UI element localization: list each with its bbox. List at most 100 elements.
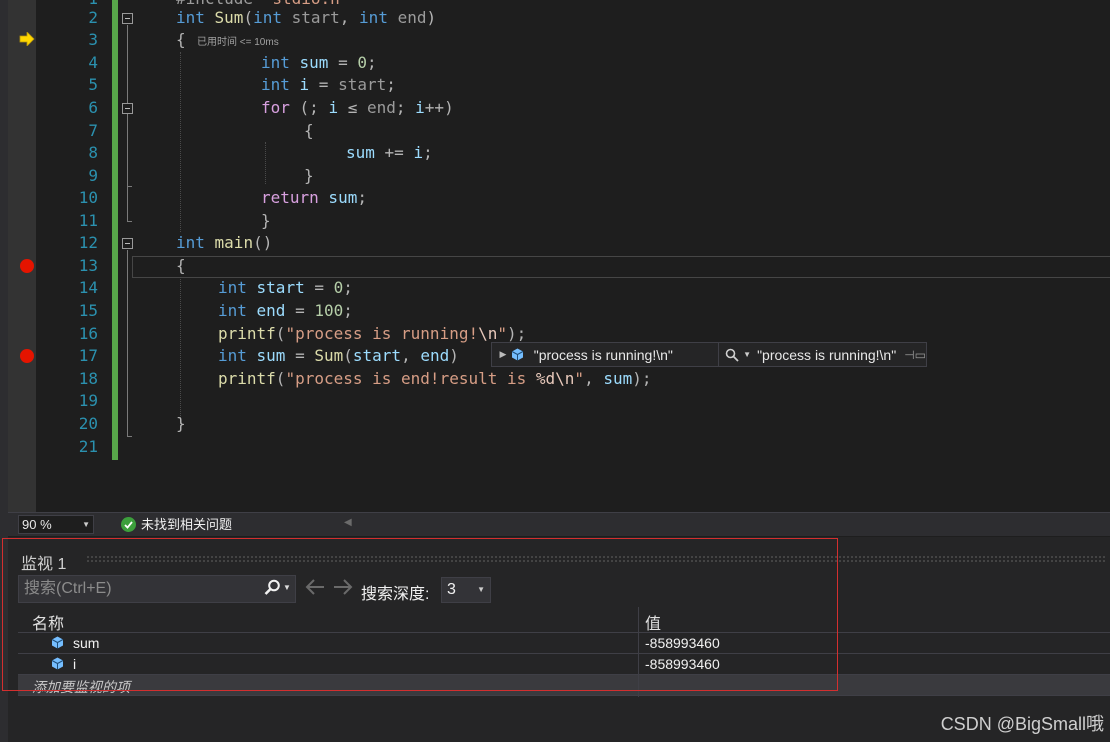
variable-cube-icon bbox=[510, 348, 526, 361]
watch-row[interactable]: sum -858993460 bbox=[18, 633, 1110, 654]
variable-token: sum bbox=[246, 346, 286, 365]
punct-token: { bbox=[176, 256, 186, 275]
variable-token: i bbox=[289, 75, 310, 94]
search-depth-value: 3 bbox=[447, 581, 456, 598]
code-editor[interactable]: 1 2 3 4 5 6 7 8 9 10 11 12 13 14 15 16 1… bbox=[8, 0, 1110, 512]
punct-token: { bbox=[304, 121, 314, 140]
code-line-8: sum += i; bbox=[346, 142, 433, 165]
punct-token: ) bbox=[449, 346, 459, 365]
code-line-2: int Sum(int start, int end) bbox=[176, 7, 436, 30]
column-header-value[interactable]: 值 bbox=[645, 610, 661, 634]
punct-token: } bbox=[176, 414, 186, 433]
keyword-token: int bbox=[218, 346, 247, 365]
add-watch-placeholder: 添加要监视的项 bbox=[32, 679, 130, 695]
editor-status-bar: 90 % ▼ 未找到相关问题 ◀ bbox=[8, 512, 1110, 536]
code-text[interactable]: #include "stdio.h" int Sum(int start, in… bbox=[8, 0, 1110, 512]
add-watch-row[interactable]: 添加要监视的项 bbox=[18, 675, 1110, 696]
punct-token: ; bbox=[366, 53, 377, 72]
visualizer-button[interactable]: ▼ bbox=[719, 348, 757, 362]
punct-token: , bbox=[339, 8, 360, 27]
magnifier-icon bbox=[725, 348, 739, 362]
punct-token: ; bbox=[386, 75, 396, 94]
keyword-token: int bbox=[218, 278, 247, 297]
variable-cube-icon bbox=[51, 636, 64, 654]
watermark: CSDN @BigSmall哦 bbox=[940, 714, 1104, 734]
datatip-value[interactable]: "process is running!\n" bbox=[757, 347, 896, 363]
param-token: end bbox=[366, 98, 396, 117]
search-depth-label: 搜索深度: bbox=[361, 586, 430, 603]
search-input[interactable] bbox=[19, 576, 259, 602]
keyword-token: int bbox=[253, 8, 282, 27]
keyword-token: int bbox=[261, 75, 290, 94]
column-divider[interactable] bbox=[638, 607, 639, 697]
code-line-10: return sum; bbox=[261, 187, 367, 210]
punct-token: ; bbox=[357, 188, 367, 207]
datatip-popup[interactable]: ▶ "process is running!\n" ▼ "process is … bbox=[491, 342, 927, 367]
watch-row-value[interactable]: -858993460 bbox=[645, 656, 720, 672]
punct-token: ; bbox=[395, 98, 416, 117]
column-header-name[interactable]: 名称 bbox=[32, 610, 64, 634]
punct-token: (; bbox=[289, 98, 329, 117]
code-line-20: } bbox=[176, 413, 186, 436]
keyword-token: for bbox=[261, 98, 290, 117]
keyword-token: int bbox=[218, 301, 247, 320]
punct-token: ); bbox=[507, 324, 527, 343]
issues-text: 未找到相关问题 bbox=[141, 517, 233, 532]
watch-row-value[interactable]: -858993460 bbox=[645, 635, 720, 651]
punct-token: ( bbox=[275, 369, 286, 388]
watch-row-name[interactable]: i bbox=[73, 656, 76, 672]
function-token: printf bbox=[218, 369, 276, 388]
escape-token: \n bbox=[478, 324, 498, 343]
punct-token: += bbox=[374, 143, 414, 162]
code-line-3: { bbox=[176, 29, 186, 52]
scroll-left-icon[interactable]: ◀ bbox=[344, 517, 352, 528]
issues-indicator[interactable]: 未找到相关问题 bbox=[121, 516, 232, 533]
punct-token: ; bbox=[423, 143, 433, 162]
search-nav bbox=[305, 578, 353, 596]
escape-token: \n bbox=[555, 369, 575, 388]
search-button[interactable]: ▼ bbox=[264, 579, 291, 596]
code-line-9: } bbox=[304, 165, 314, 188]
keyword-token: return bbox=[261, 188, 319, 207]
punct-token: ); bbox=[632, 369, 652, 388]
variable-token: start bbox=[246, 278, 305, 297]
variable-token: sum bbox=[346, 143, 375, 162]
dropdown-arrow-icon: ▼ bbox=[82, 520, 90, 529]
variable-token: i bbox=[413, 143, 424, 162]
string-token: "process is running! bbox=[285, 324, 479, 343]
punct-token: ++) bbox=[424, 98, 454, 117]
check-circle-icon bbox=[121, 517, 136, 532]
dropdown-arrow-icon: ▼ bbox=[477, 585, 485, 594]
perf-tip[interactable]: 已用时间 <= 10ms bbox=[197, 33, 279, 48]
watch-title[interactable]: 监视 1 bbox=[21, 550, 66, 574]
search-depth-select[interactable]: 3 ▼ bbox=[441, 577, 491, 603]
punct-token: = bbox=[285, 346, 315, 365]
code-line-16: printf("process is running!\n"); bbox=[218, 323, 526, 346]
punct-token: } bbox=[304, 166, 314, 185]
left-edge-strip bbox=[0, 0, 8, 742]
punct-token: = bbox=[285, 301, 315, 320]
string-token: "process is end!result is bbox=[285, 369, 536, 388]
watch-row[interactable]: i -858993460 bbox=[18, 654, 1110, 675]
punct-token: = bbox=[328, 53, 358, 72]
code-line-6: for (; i ≤ end; i++) bbox=[261, 97, 454, 120]
watch-row-name[interactable]: sum bbox=[73, 635, 99, 651]
grid-header: 名称 值 bbox=[18, 607, 1110, 633]
code-line-18: printf("process is end!result is %d\n", … bbox=[218, 368, 652, 391]
code-line-17: int sum = Sum(start, end) bbox=[218, 345, 459, 368]
punct-token: = bbox=[309, 75, 339, 94]
expand-arrow-icon[interactable]: ▶ bbox=[496, 349, 510, 360]
punct-token: ( bbox=[343, 346, 353, 365]
number-token: 100 bbox=[314, 301, 344, 320]
variable-cube-icon bbox=[51, 657, 64, 675]
forward-arrow-icon[interactable] bbox=[333, 578, 353, 596]
punct-token: ; bbox=[343, 301, 353, 320]
pin-icon[interactable]: ⊣▭ bbox=[904, 348, 926, 362]
zoom-select[interactable]: 90 % ▼ bbox=[18, 515, 94, 534]
punct-token: ( bbox=[243, 8, 254, 27]
punct-token: { bbox=[176, 30, 186, 49]
variable-token: i bbox=[328, 98, 339, 117]
title-grip[interactable] bbox=[86, 555, 1106, 563]
back-arrow-icon[interactable] bbox=[305, 578, 325, 596]
keyword-token: int bbox=[359, 8, 388, 27]
